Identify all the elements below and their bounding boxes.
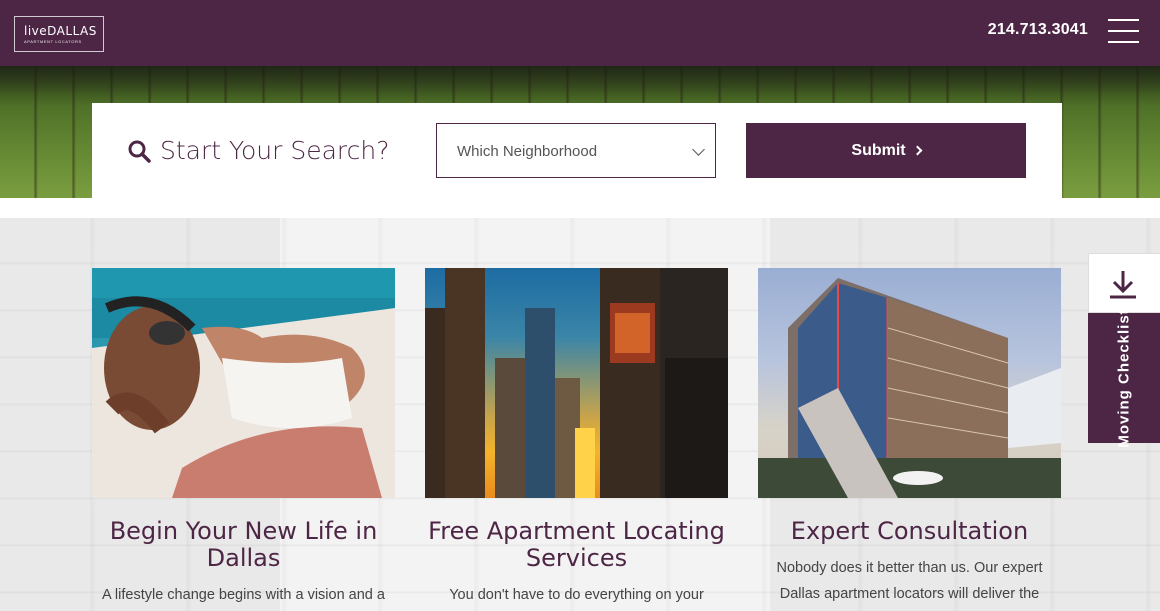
- feature-card-consultation: Expert Consultation Nobody does it bette…: [758, 268, 1061, 607]
- phone-number-link[interactable]: 214.713.3041: [988, 21, 1088, 39]
- card-image-city-street: [425, 268, 728, 498]
- hamburger-menu-icon[interactable]: [1108, 19, 1139, 43]
- download-icon: [1110, 271, 1136, 299]
- card-text: Nobody does it better than us. Our exper…: [776, 560, 1043, 602]
- neighborhood-select-value: Which Neighborhood: [457, 143, 598, 160]
- feature-card-new-life: Begin Your New Life in Dallas A lifestyl…: [92, 268, 395, 608]
- card-title: Begin Your New Life in Dallas: [109, 517, 378, 572]
- search-title: Start Your Search?: [160, 136, 390, 165]
- moving-checklist-label: Moving Checklist: [1115, 308, 1133, 448]
- submit-label: Submit: [851, 141, 906, 159]
- feature-card-free-locating: Free Apartment Locating Services You don…: [425, 268, 728, 608]
- site-logo[interactable]: liveDALLAS APARTMENT LOCATORS: [14, 16, 104, 52]
- card-image-pool-lounge: [92, 268, 395, 498]
- site-header: liveDALLAS APARTMENT LOCATORS 214.713.30…: [0, 0, 1160, 66]
- moving-checklist-button[interactable]: Moving Checklist: [1088, 308, 1160, 448]
- download-button[interactable]: [1088, 253, 1160, 313]
- card-title: Free Apartment Locating Services: [428, 517, 725, 572]
- submit-button[interactable]: Submit: [746, 123, 1026, 178]
- search-panel: Start Your Search? Which Neighborhood Su…: [92, 103, 1062, 198]
- logo-subtext: APARTMENT LOCATORS: [24, 39, 82, 44]
- card-text: A lifestyle change begins with a vision …: [102, 587, 385, 603]
- chevron-right-icon: [912, 145, 923, 155]
- neighborhood-select[interactable]: Which Neighborhood: [436, 123, 716, 178]
- chevron-down-icon: [692, 143, 705, 156]
- card-image-hotel-tower: [758, 268, 1061, 498]
- card-title: Expert Consultation: [790, 517, 1029, 545]
- search-icon: [128, 140, 151, 163]
- card-text: You don't have to do everything on your: [449, 587, 704, 603]
- moving-checklist-tab: Moving Checklist: [1088, 253, 1160, 448]
- logo-text: liveDALLAS: [24, 24, 97, 38]
